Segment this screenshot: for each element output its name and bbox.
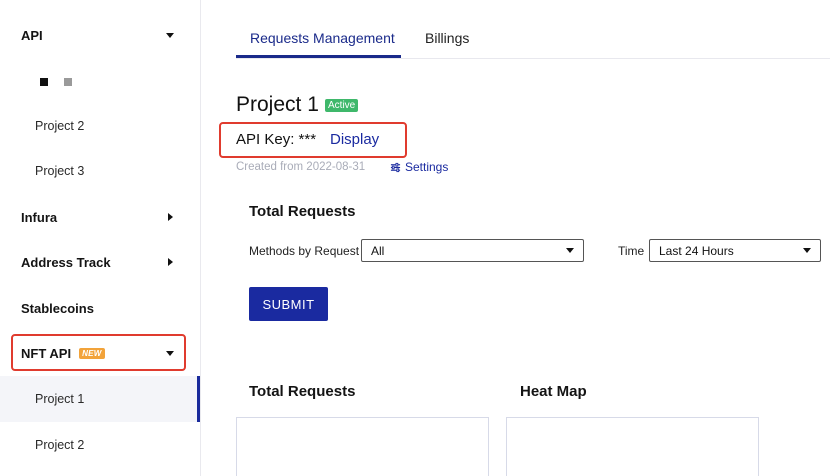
time-select-value: Last 24 Hours bbox=[659, 243, 734, 258]
sidebar-item-label: Project 2 bbox=[35, 119, 85, 133]
settings-label: Settings bbox=[405, 160, 449, 174]
sidebar-item-nft-project-1[interactable]: Project 1 bbox=[0, 376, 200, 422]
sidebar-item-infura[interactable]: Infura bbox=[0, 194, 200, 240]
settings-link[interactable]: Settings bbox=[390, 160, 448, 174]
sidebar-item-label: API bbox=[21, 27, 43, 43]
sidebar-item-label: Project 3 bbox=[35, 164, 85, 178]
square-icon bbox=[40, 78, 48, 86]
square-icon bbox=[64, 78, 72, 86]
created-date: Created from 2022-08-31 bbox=[236, 161, 366, 173]
status-badge: Active bbox=[325, 99, 359, 112]
sidebar-item-label: Address Track bbox=[21, 254, 111, 270]
tab-billings[interactable]: Billings bbox=[425, 30, 469, 46]
sidebar-item-stablecoins[interactable]: Stablecoins bbox=[0, 285, 200, 331]
sidebar-item-label: Stablecoins bbox=[21, 300, 94, 316]
methods-select[interactable]: All bbox=[361, 239, 584, 262]
chevron-down-icon bbox=[566, 248, 574, 253]
sidebar-item-label: Project 2 bbox=[35, 438, 85, 452]
sidebar-item-label: Project 1 bbox=[35, 392, 85, 406]
chevron-right-icon bbox=[168, 213, 173, 221]
sidebar-item-nft-project-2[interactable]: Project 2 bbox=[0, 422, 200, 468]
total-requests-heading: Total Requests bbox=[249, 203, 356, 220]
total-requests-panel bbox=[236, 417, 489, 476]
tab-active-underline bbox=[236, 55, 401, 58]
sidebar: API Project 2 Project 3 Infura Address T… bbox=[0, 0, 201, 476]
chevron-right-icon bbox=[168, 258, 173, 266]
tab-bar: Requests Management Billings bbox=[236, 0, 830, 59]
chevron-down-icon bbox=[166, 33, 174, 38]
heat-map-panel bbox=[506, 417, 759, 476]
api-key-highlight bbox=[219, 122, 407, 158]
sidebar-item-api[interactable]: API bbox=[0, 12, 200, 58]
active-indicator bbox=[197, 376, 200, 422]
sidebar-item-project-3[interactable]: Project 3 bbox=[0, 148, 200, 194]
sidebar-item-address-track[interactable]: Address Track bbox=[0, 239, 200, 285]
time-label: Time bbox=[618, 244, 645, 258]
sidebar-item-label: Infura bbox=[21, 209, 58, 225]
nft-api-highlight bbox=[11, 334, 186, 371]
sliders-icon bbox=[390, 162, 401, 172]
chevron-down-icon bbox=[803, 248, 811, 253]
methods-label: Methods by Request bbox=[249, 244, 360, 258]
sidebar-item-project-2[interactable]: Project 2 bbox=[0, 103, 200, 149]
methods-select-value: All bbox=[371, 243, 385, 258]
total-requests-panel-heading: Total Requests bbox=[249, 383, 356, 400]
heat-map-panel-heading: Heat Map bbox=[520, 383, 587, 400]
time-select[interactable]: Last 24 Hours bbox=[649, 239, 821, 262]
tab-requests-management[interactable]: Requests Management bbox=[250, 30, 395, 46]
page-title: Project 1 bbox=[236, 93, 319, 116]
submit-button[interactable]: SUBMIT bbox=[249, 287, 328, 321]
